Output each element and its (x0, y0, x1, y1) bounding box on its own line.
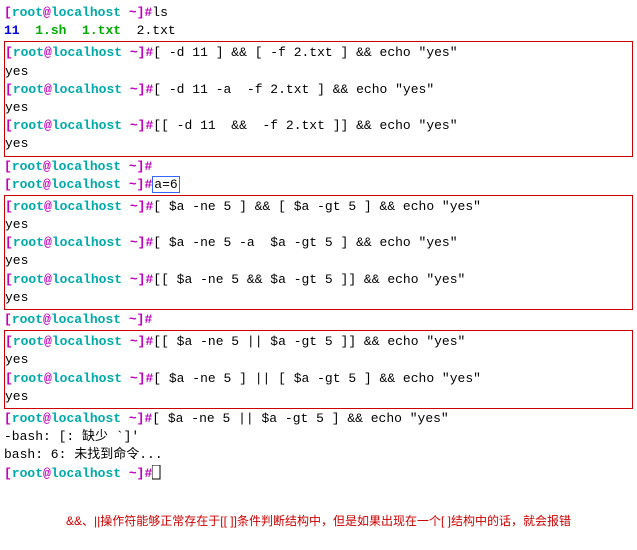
cmd-line-7: [root@localhost ~]#[[ $a -ne 5 || $a -gt… (5, 333, 632, 351)
output-yes-8: yes (5, 388, 632, 406)
footnote-text: &&、||操作符能够正常存在于[[ ]]条件判断结构中，但是如果出现在一个[ ]… (4, 513, 633, 530)
output-yes-7: yes (5, 351, 632, 369)
assign-line: [root@localhost ~]#a=6 (4, 176, 633, 194)
output-yes-6: yes (5, 289, 632, 307)
cmd-line-8: [root@localhost ~]#[ $a -ne 5 ] || [ $a … (5, 370, 632, 388)
cmd-line-2: [root@localhost ~]#[ -d 11 -a -f 2.txt ]… (5, 81, 632, 99)
output-yes-3: yes (5, 135, 632, 153)
ls-cmd[interactable]: ls (152, 5, 168, 20)
output-yes-2: yes (5, 99, 632, 117)
example-block-2: [root@localhost ~]#[ $a -ne 5 ] && [ $a … (4, 195, 633, 310)
example-block-3: [root@localhost ~]#[[ $a -ne 5 || $a -gt… (4, 330, 633, 409)
cmd-line-4: [root@localhost ~]#[ $a -ne 5 ] && [ $a … (5, 198, 632, 216)
empty-prompt-1: [root@localhost ~]# (4, 158, 633, 176)
cmd-line-6: [root@localhost ~]#[[ $a -ne 5 && $a -gt… (5, 271, 632, 289)
highlight-assign[interactable]: a=6 (152, 176, 179, 193)
cursor-prompt[interactable]: [root@localhost ~]# (4, 465, 633, 483)
error-output-2: bash: 6: 未找到命令... (4, 446, 633, 464)
empty-prompt-2: [root@localhost ~]# (4, 311, 633, 329)
host: localhost (51, 5, 121, 20)
output-yes-4: yes (5, 216, 632, 234)
error-output-1: -bash: [: 缺少 `]' (4, 428, 633, 446)
ls-output: 11 1.sh 1.txt 2.txt (4, 22, 633, 40)
output-yes-5: yes (5, 252, 632, 270)
prompt-line-ls: [root@localhost ~]#ls (4, 4, 633, 22)
user: root (12, 5, 43, 20)
cmd-error-line: [root@localhost ~]#[ $a -ne 5 || $a -gt … (4, 410, 633, 428)
example-block-1: [root@localhost ~]#[ -d 11 ] && [ -f 2.t… (4, 41, 633, 156)
cmd-line-5: [root@localhost ~]#[ $a -ne 5 -a $a -gt … (5, 234, 632, 252)
cmd-line-3: [root@localhost ~]#[[ -d 11 && -f 2.txt … (5, 117, 632, 135)
cmd-line-1: [root@localhost ~]#[ -d 11 ] && [ -f 2.t… (5, 44, 632, 62)
output-yes-1: yes (5, 63, 632, 81)
cursor-icon (152, 465, 162, 481)
